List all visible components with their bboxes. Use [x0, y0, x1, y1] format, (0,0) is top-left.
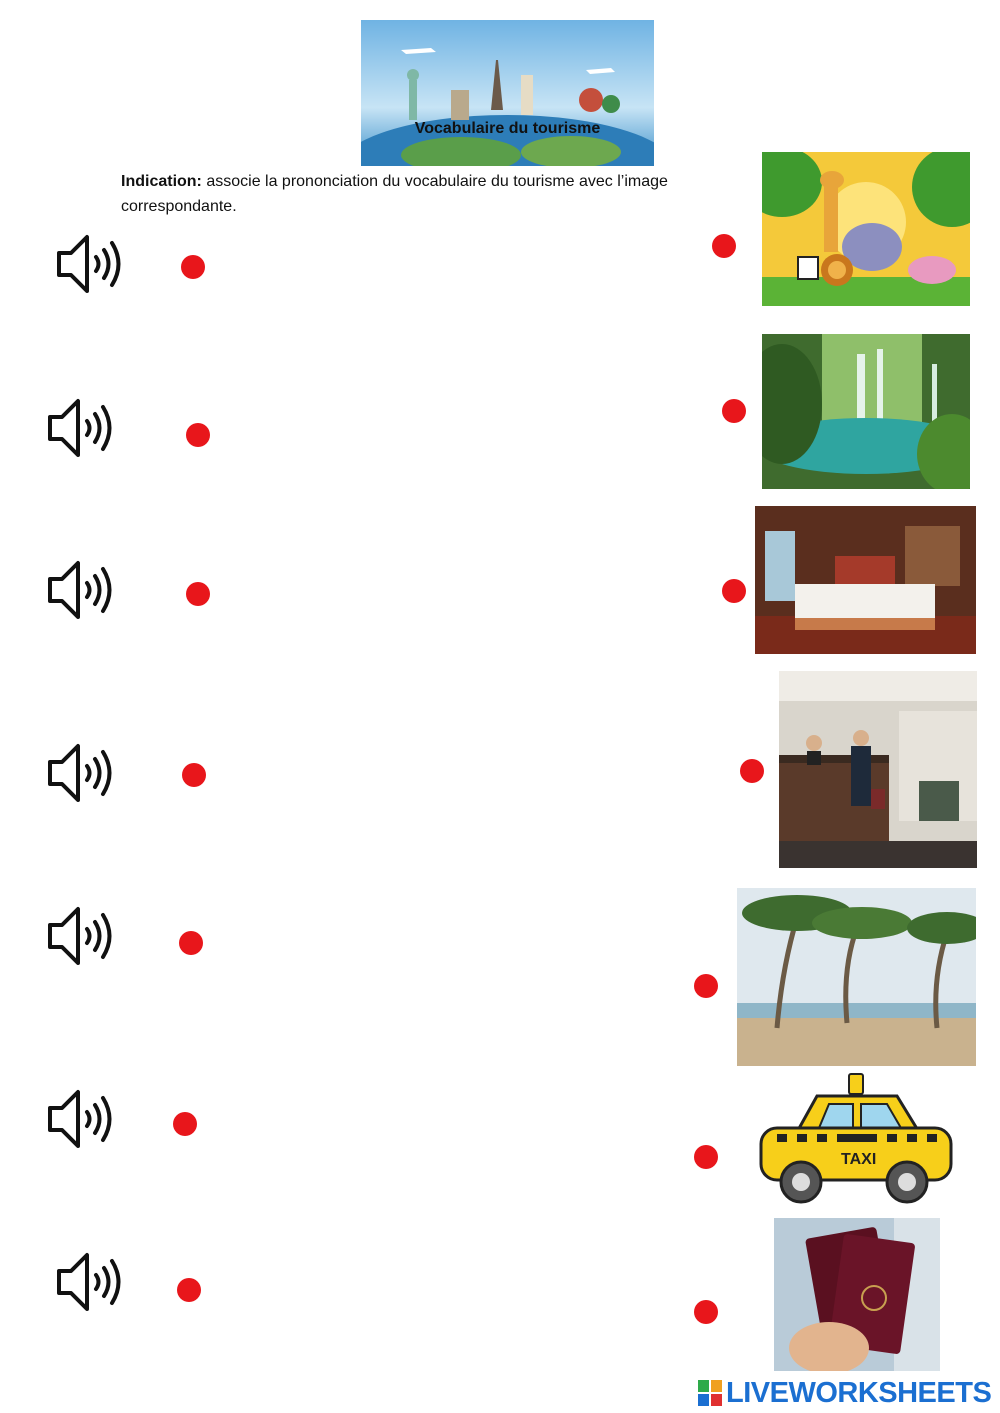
audio-button-4[interactable]: [44, 740, 114, 806]
match-dot-left-4[interactable]: [182, 763, 206, 787]
audio-button-7[interactable]: [53, 1249, 123, 1315]
audio-button-1[interactable]: [53, 231, 123, 297]
speaker-icon: [48, 1090, 112, 1148]
match-dot-right-1[interactable]: [712, 234, 736, 258]
speaker-icon: [48, 399, 112, 457]
match-dot-right-4[interactable]: [740, 759, 764, 783]
image-passports: [774, 1218, 940, 1371]
match-dot-right-2[interactable]: [722, 399, 746, 423]
liveworksheets-logo-icon: [698, 1380, 722, 1406]
match-dot-left-2[interactable]: [186, 423, 210, 447]
match-dot-right-3[interactable]: [722, 579, 746, 603]
watermark-text: LIVEWORKSHEETS: [726, 1376, 992, 1409]
instruction-label: Indication:: [121, 173, 202, 190]
speaker-icon: [57, 1253, 121, 1311]
speaker-icon: [48, 744, 112, 802]
image-taxi: TAXI: [757, 1072, 955, 1206]
image-hotel-reception: [779, 671, 977, 868]
match-dot-left-5[interactable]: [179, 931, 203, 955]
speaker-icon: [48, 907, 112, 965]
world-landmarks-image: [361, 20, 654, 166]
audio-button-3[interactable]: [44, 557, 114, 623]
match-dot-left-7[interactable]: [177, 1278, 201, 1302]
taxi-label: TAXI: [841, 1151, 876, 1168]
header-banner: Vocabulaire du tourisme: [361, 20, 654, 166]
audio-button-5[interactable]: [44, 903, 114, 969]
image-waterfall: [762, 334, 970, 489]
match-dot-left-3[interactable]: [186, 582, 210, 606]
instruction-text: Indication: associe la prononciation du …: [121, 169, 761, 219]
audio-button-6[interactable]: [44, 1086, 114, 1152]
image-hotel-room: [755, 506, 976, 654]
match-dot-right-6[interactable]: [694, 1145, 718, 1169]
image-beach: [737, 888, 976, 1066]
match-dot-left-6[interactable]: [173, 1112, 197, 1136]
liveworksheets-watermark: LIVEWORKSHEETS: [698, 1376, 992, 1410]
banner-title: Vocabulaire du tourisme: [414, 120, 601, 137]
match-dot-right-7[interactable]: [694, 1300, 718, 1324]
image-zoo-animals: [762, 152, 970, 306]
speaker-icon: [57, 235, 121, 293]
match-dot-left-1[interactable]: [181, 255, 205, 279]
speaker-icon: [48, 561, 112, 619]
instruction-body: associe la prononciation du vocabulaire …: [121, 173, 668, 215]
audio-button-2[interactable]: [44, 395, 114, 461]
match-dot-right-5[interactable]: [694, 974, 718, 998]
